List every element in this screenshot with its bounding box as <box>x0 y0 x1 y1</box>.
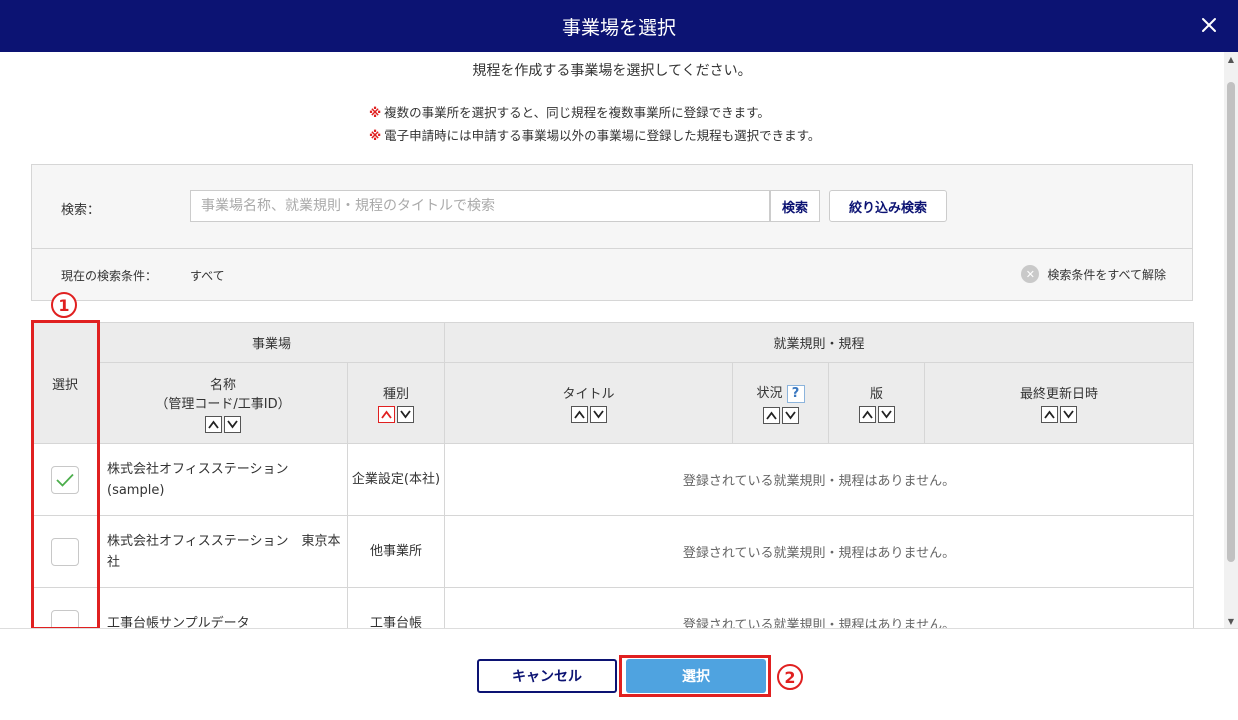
intro-text: 規程を作成する事業場を選択してください。 <box>472 63 752 79</box>
table-row: 株式会社オフィスステーション (sample) 企業設定(本社) 登録されている… <box>31 443 1195 516</box>
note-text: 電子申請時には申請する事業場以外の事業場に登録した規程も選択できます。 <box>384 128 821 143</box>
sort-asc-icon[interactable] <box>205 415 222 433</box>
office-name-cell: 株式会社オフィスステーション 東京本社 <box>98 515 348 588</box>
table-row: 工事台帳サンプルデータ 工事台帳 登録されている就業規則・規程はありません。 <box>31 587 1195 628</box>
no-rules-message: 登録されている就業規則・規程はありません。 <box>444 587 1195 628</box>
dialog-footer: キャンセル 選択 2 <box>0 628 1238 720</box>
rules-group-header: 就業規則・規程 <box>444 322 1195 363</box>
vertical-scrollbar[interactable]: ▲ ▼ <box>1224 52 1238 628</box>
version-column-header: 版 <box>828 362 926 444</box>
scroll-thumb[interactable] <box>1227 82 1235 562</box>
office-name-cell: 株式会社オフィスステーション (sample) <box>98 443 348 516</box>
table-row: 株式会社オフィスステーション 東京本社 他事業所 登録されている就業規則・規程は… <box>31 515 1195 588</box>
name-header-sub: （管理コード/工事ID） <box>155 396 291 412</box>
status-column-header: 状況? <box>732 362 830 444</box>
dialog-body: 規程を作成する事業場を選択してください。 ※ 複数の事業所を選択すると、同じ規程を… <box>0 52 1238 628</box>
search-button[interactable]: 検索 <box>770 190 820 222</box>
search-label: 検索： <box>61 203 101 218</box>
version-sort-controls <box>829 406 924 423</box>
sort-desc-icon[interactable] <box>397 406 414 423</box>
divider <box>32 248 1192 249</box>
no-rules-message: 登録されている就業規則・規程はありません。 <box>444 443 1195 516</box>
sort-asc-icon[interactable] <box>1041 406 1059 423</box>
title-column-header: タイトル <box>444 362 734 444</box>
cancel-button[interactable]: キャンセル <box>477 659 617 693</box>
sort-desc-icon[interactable] <box>877 406 895 423</box>
sort-desc-icon[interactable] <box>589 406 607 423</box>
dialog-title: 事業場を選択 <box>561 16 676 39</box>
close-icon[interactable] <box>1196 12 1222 38</box>
sort-asc-icon[interactable] <box>378 406 395 423</box>
office-name: 株式会社オフィスステーション 東京本社 <box>107 533 341 570</box>
highlight-select-column <box>31 320 100 628</box>
title-header-label: タイトル <box>562 387 615 402</box>
name-sort-controls <box>99 415 347 433</box>
clear-conditions-link[interactable]: ✕ 検索条件をすべて解除 <box>1021 265 1166 283</box>
note-multiple-offices: ※ 複数の事業所を選択すると、同じ規程を複数事業所に登録できます。 <box>369 102 770 121</box>
filter-search-button[interactable]: 絞り込み検索 <box>829 190 947 222</box>
scroll-up-icon[interactable]: ▲ <box>1224 52 1238 66</box>
office-kind: 他事業所 <box>346 515 446 588</box>
office-table: 選択 事業場 就業規則・規程 名称 （管理コード/工事ID） 種別 タイトル 状… <box>31 322 1195 628</box>
sort-desc-icon[interactable] <box>224 415 241 433</box>
note-mark: ※ <box>369 128 382 143</box>
name-header-label: 名称 <box>209 377 236 393</box>
select-office-dialog: 事業場を選択 規程を作成する事業場を選択してください。 ※ 複数の事業所を選択する… <box>0 0 1238 720</box>
clear-conditions-label: 検索条件をすべて解除 <box>1047 267 1166 282</box>
sort-asc-icon[interactable] <box>762 406 780 424</box>
annotation-marker-2: 2 <box>777 664 803 690</box>
sort-asc-icon[interactable] <box>858 406 876 423</box>
office-name: 工事台帳サンプルデータ <box>107 616 250 628</box>
scroll-down-icon[interactable]: ▼ <box>1224 614 1238 628</box>
office-name: 株式会社オフィスステーション <box>107 461 289 477</box>
dialog-header: 事業場を選択 <box>0 0 1238 52</box>
select-button[interactable]: 選択 <box>626 659 766 693</box>
updated-header-label: 最終更新日時 <box>1020 387 1099 402</box>
note-text: 複数の事業所を選択すると、同じ規程を複数事業所に登録できます。 <box>384 105 770 120</box>
title-sort-controls <box>445 406 732 423</box>
name-column-header: 名称 （管理コード/工事ID） <box>98 362 348 444</box>
office-kind: 企業設定(本社) <box>346 443 446 516</box>
clear-circle-icon: ✕ <box>1021 265 1040 283</box>
office-kind: 工事台帳 <box>346 587 446 628</box>
search-condition-value: すべて <box>190 269 225 283</box>
sort-desc-icon[interactable] <box>781 406 799 424</box>
updated-column-header: 最終更新日時 <box>924 362 1195 444</box>
status-header-label: 状況 <box>756 386 783 402</box>
kind-column-header: 種別 <box>346 362 446 444</box>
sort-asc-icon[interactable] <box>570 406 588 423</box>
status-sort-controls <box>733 406 828 424</box>
office-code: (sample) <box>107 482 165 498</box>
office-name-cell: 工事台帳サンプルデータ <box>98 587 348 628</box>
note-mark: ※ <box>369 105 382 120</box>
kind-sort-controls <box>348 406 444 423</box>
version-header-label: 版 <box>870 387 884 402</box>
annotation-marker-1: 1 <box>51 292 77 318</box>
note-e-application: ※ 電子申請時には申請する事業場以外の事業場に登録した規程も選択できます。 <box>369 125 820 144</box>
office-group-header: 事業場 <box>97 322 446 363</box>
search-panel: 検索： 検索 絞り込み検索 現在の検索条件： すべて ✕ 検索条件をすべて解除 <box>31 164 1193 301</box>
kind-header-label: 種別 <box>383 387 410 402</box>
sort-desc-icon[interactable] <box>1060 406 1078 423</box>
help-icon[interactable]: ? <box>786 384 805 403</box>
no-rules-message: 登録されている就業規則・規程はありません。 <box>444 515 1195 588</box>
search-condition-label: 現在の検索条件： <box>61 269 158 283</box>
search-input[interactable] <box>190 190 770 222</box>
updated-sort-controls <box>925 406 1193 423</box>
